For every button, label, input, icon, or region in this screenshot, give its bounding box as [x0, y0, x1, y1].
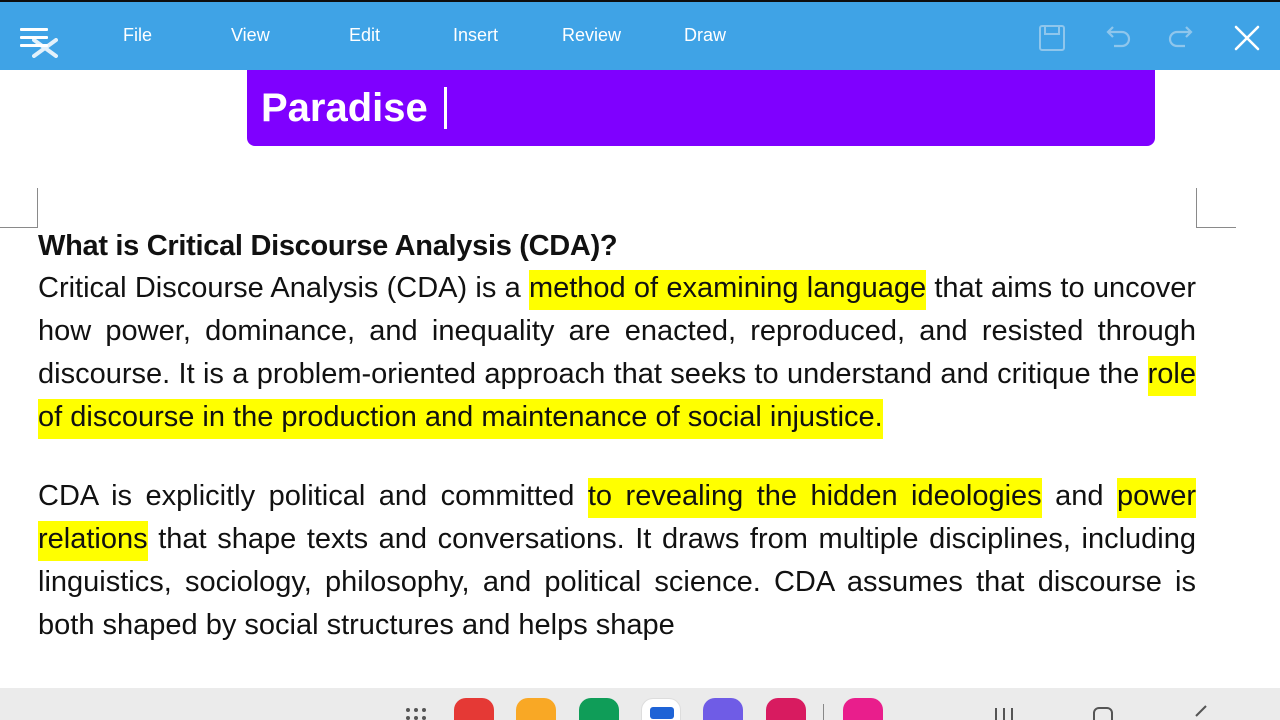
close-icon[interactable] [1231, 22, 1263, 54]
menu-review[interactable]: Review [562, 25, 621, 46]
title-banner: Paradise [247, 70, 1155, 146]
text-cursor [443, 87, 447, 129]
menu-draw[interactable]: Draw [684, 25, 726, 46]
undo-icon[interactable] [1102, 22, 1134, 54]
paragraph-text: and [1041, 480, 1117, 512]
page-corner-left [0, 188, 38, 228]
paragraph-1: Critical Discourse Analysis (CDA) is a m… [38, 267, 1196, 439]
highlighted-text: method of examining language [528, 270, 927, 310]
menu-view[interactable]: View [231, 25, 270, 46]
taskbar [0, 688, 1280, 720]
camera-app-icon[interactable] [766, 698, 806, 720]
files-app-icon[interactable] [516, 698, 556, 720]
capcut-logo-icon [32, 38, 58, 58]
paragraph-text: Critical Discourse Analysis (CDA) is a [38, 272, 529, 304]
highlighted-text: to revealing the hidden ideologies [587, 478, 1042, 518]
apps-grid-icon[interactable] [405, 706, 431, 720]
document-heading: What is Critical Discourse Analysis (CDA… [38, 230, 618, 262]
paragraph-text: that shape texts and conversations. It d… [38, 523, 1196, 641]
purple-app-icon[interactable] [703, 698, 743, 720]
paragraph-2: CDA is explicitly political and committe… [38, 475, 1196, 647]
home-icon[interactable] [1091, 706, 1115, 720]
document-body[interactable]: What is Critical Discourse Analysis (CDA… [38, 225, 1196, 647]
title-text: Paradise [261, 86, 428, 130]
red-app-icon[interactable] [454, 698, 494, 720]
green-app-icon[interactable] [579, 698, 619, 720]
taskbar-divider [823, 704, 824, 720]
flower-app-icon[interactable] [843, 698, 883, 720]
paragraph-text: CDA is explicitly political and committe… [38, 480, 588, 512]
blue-app-icon[interactable] [641, 698, 681, 720]
title-input[interactable]: Paradise [261, 86, 447, 130]
menu-edit[interactable]: Edit [349, 25, 380, 46]
save-icon[interactable] [1036, 22, 1068, 54]
menu-icon[interactable] [18, 22, 58, 66]
redo-icon[interactable] [1165, 22, 1197, 54]
menu-insert[interactable]: Insert [453, 25, 498, 46]
recents-icon[interactable] [993, 706, 1015, 720]
page-corner-right [1196, 188, 1236, 228]
menu-file[interactable]: File [123, 25, 152, 46]
top-toolbar: File View Edit Insert Review Draw [0, 0, 1280, 70]
back-icon[interactable] [1190, 704, 1210, 720]
